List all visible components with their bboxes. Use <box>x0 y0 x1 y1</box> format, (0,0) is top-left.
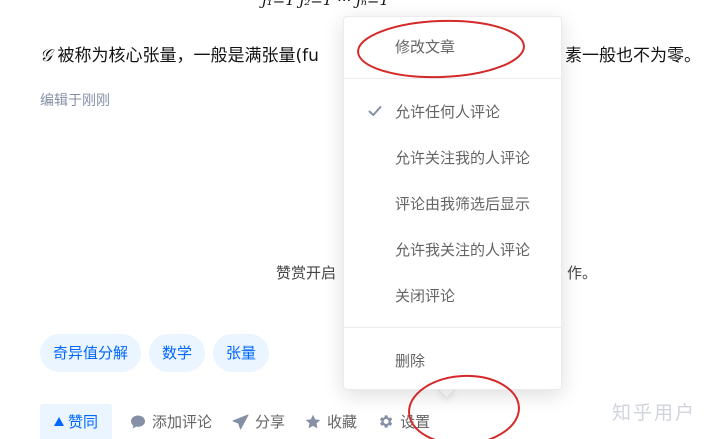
core-tensor-symbol: 𝒢 <box>40 46 53 66</box>
triangle-up-icon <box>54 417 64 426</box>
settings-dropdown-menu: 修改文章 允许任何人评论 允许关注我的人评论 评论由我筛选后显示 允许我关注的人… <box>343 16 562 390</box>
tag-tensor[interactable]: 张量 <box>213 334 270 372</box>
upvote-label: 赞同 <box>68 413 99 431</box>
share-button[interactable]: 分享 <box>232 411 285 432</box>
gear-icon <box>380 415 393 428</box>
menu-item-filter-comments[interactable]: 评论由我筛选后显示 <box>344 182 561 226</box>
menu-item-edit-article[interactable]: 修改文章 <box>344 25 561 69</box>
star-icon <box>305 414 321 428</box>
paragraph-text-left: 被称为核心张量，一般是满张量(fu <box>52 46 319 66</box>
menu-item-allow-followers-comment[interactable]: 允许关注我的人评论 <box>344 136 561 180</box>
add-comment-label: 添加评论 <box>152 413 213 431</box>
menu-item-allow-anyone-comment[interactable]: 允许任何人评论 <box>344 90 561 134</box>
tag-svd[interactable]: 奇异值分解 <box>40 334 142 372</box>
settings-button[interactable]: 设置 <box>377 411 430 432</box>
article-paragraph-left: 𝒢 被称为核心张量，一般是满张量(fu <box>40 44 319 68</box>
menu-divider <box>344 327 561 328</box>
favorite-label: 收藏 <box>327 413 358 431</box>
reward-notice-right: 作。 <box>567 264 598 282</box>
formula-fragment: j₁=1 j₂=1 ··· jₙ=1 <box>262 0 390 9</box>
menu-item-delete[interactable]: 删除 <box>344 339 561 383</box>
reward-notice-left: 赞赏开启 <box>276 264 337 282</box>
paper-plane-icon <box>232 414 249 429</box>
topic-tags: 奇异值分解 数学 张量 <box>40 334 270 372</box>
menu-item-label: 允许任何人评论 <box>395 103 501 121</box>
comment-bubble-icon <box>131 415 146 429</box>
settings-label: 设置 <box>400 413 431 431</box>
edited-time: 编辑于刚刚 <box>40 93 110 109</box>
share-label: 分享 <box>255 413 286 431</box>
checkmark-icon <box>368 106 382 116</box>
article-action-bar: 赞同 添加评论 分享 收藏 设置 <box>40 403 450 439</box>
watermark-text: 知乎用户 <box>612 402 697 424</box>
add-comment-button[interactable]: 添加评论 <box>130 411 212 432</box>
article-page: j₁=1 j₂=1 ··· jₙ=1 𝒢 被称为核心张量，一般是满张量(fu 素… <box>0 0 720 439</box>
menu-item-close-comments[interactable]: 关闭评论 <box>344 274 561 318</box>
menu-divider <box>344 78 561 79</box>
upvote-button[interactable]: 赞同 <box>40 403 113 439</box>
tag-math[interactable]: 数学 <box>149 334 206 372</box>
menu-item-allow-following-comment[interactable]: 允许我关注的人评论 <box>344 228 561 272</box>
article-paragraph-right: 素一般也不为零。 <box>565 46 701 66</box>
favorite-button[interactable]: 收藏 <box>305 411 357 432</box>
